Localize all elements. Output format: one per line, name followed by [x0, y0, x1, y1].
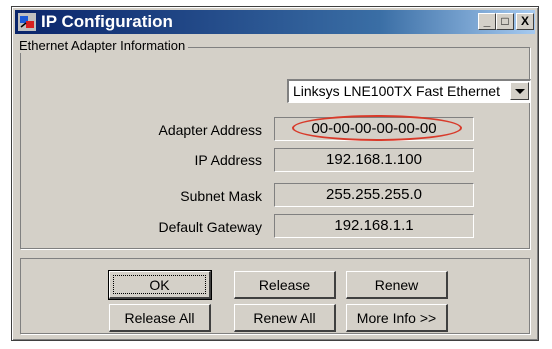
chevron-down-icon[interactable]: [510, 82, 529, 100]
adapter-select-value: Linksys LNE100TX Fast Ethernet: [293, 83, 500, 99]
minimize-button[interactable]: _: [478, 13, 496, 30]
adapter-select[interactable]: Linksys LNE100TX Fast Ethernet: [287, 79, 531, 103]
highlight-ellipse: [292, 115, 462, 141]
ok-button[interactable]: OK: [108, 270, 212, 300]
adapter-address-label: Adapter Address: [158, 122, 262, 138]
subnet-mask-label: Subnet Mask: [180, 188, 262, 204]
default-gateway-label: Default Gateway: [158, 219, 263, 235]
focus-rectangle: [113, 275, 206, 294]
subnet-mask-field: 255.255.255.0: [274, 183, 474, 207]
default-gateway-field: 192.168.1.1: [274, 214, 474, 238]
more-info-button[interactable]: More Info >>: [346, 304, 448, 332]
ip-address-field: 192.168.1.100: [274, 148, 474, 172]
title-bar[interactable]: IP Configuration _ □ X: [15, 10, 535, 34]
network-app-icon: [18, 13, 36, 31]
renew-all-button[interactable]: Renew All: [234, 304, 336, 332]
ip-configuration-window: IP Configuration _ □ X Ethernet Adapter …: [11, 6, 539, 341]
release-all-button[interactable]: Release All: [109, 304, 211, 332]
group-title: Ethernet Adapter Information: [16, 38, 189, 53]
close-button[interactable]: X: [516, 13, 534, 30]
maximize-button[interactable]: □: [496, 13, 514, 30]
release-button[interactable]: Release: [234, 271, 336, 299]
ip-address-label: IP Address: [194, 152, 262, 168]
window-title: IP Configuration: [41, 12, 173, 31]
renew-button[interactable]: Renew: [346, 271, 448, 299]
